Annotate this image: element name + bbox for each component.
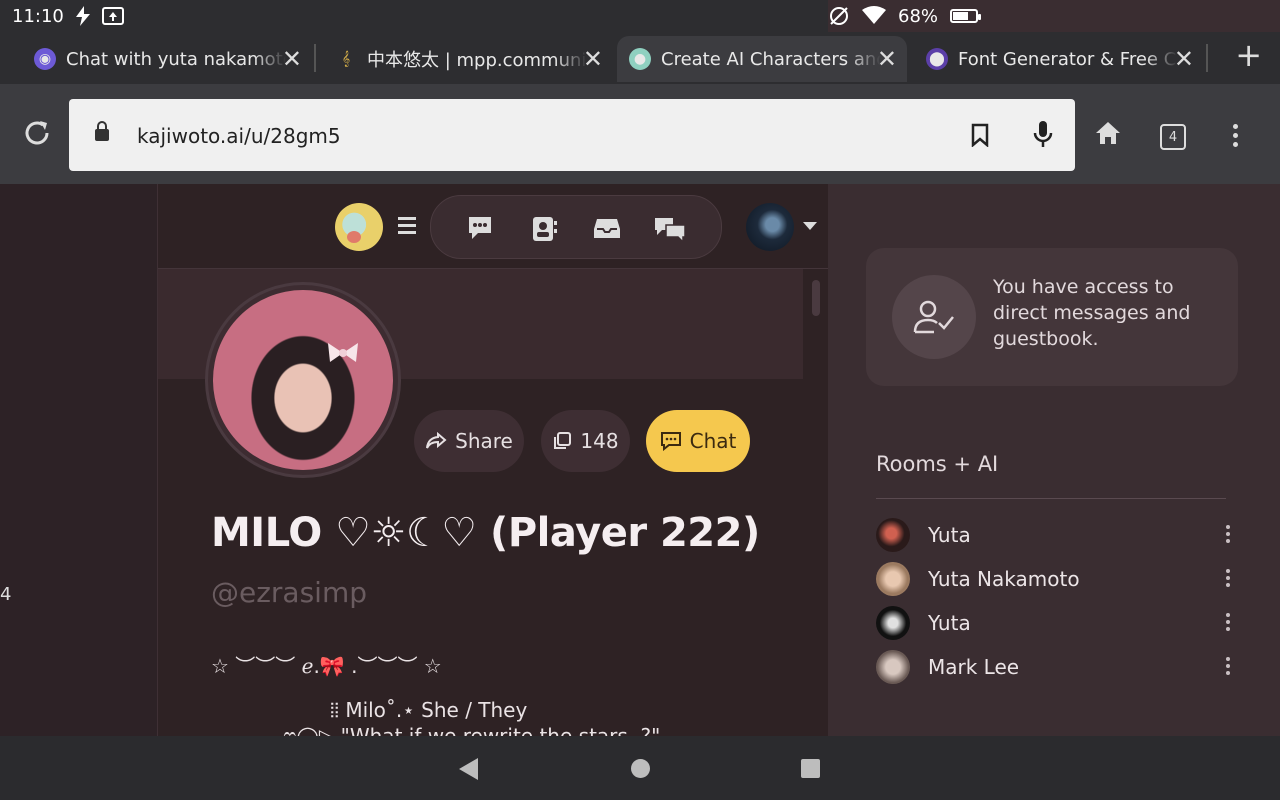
user-avatar[interactable]	[746, 203, 794, 251]
chat-bubble-icon[interactable]	[466, 215, 494, 241]
more-menu-icon[interactable]	[1233, 124, 1238, 147]
room-item[interactable]: Yuta	[876, 605, 1230, 641]
system-nav-bar	[0, 736, 1280, 800]
room-name: Yuta	[928, 523, 971, 547]
hamburger-menu-icon[interactable]	[398, 217, 416, 234]
left-edge-text: 4	[0, 584, 12, 605]
home-circle-icon[interactable]	[631, 759, 650, 778]
close-tab-icon[interactable]: ✕	[583, 45, 603, 73]
share-button[interactable]: Share	[414, 410, 524, 472]
access-notice: You have access to direct messages and g…	[866, 248, 1238, 386]
home-icon[interactable]	[1094, 120, 1122, 146]
close-tab-icon[interactable]: ✕	[1174, 45, 1194, 73]
bio-line: ☆ ︶︶︶ ℯ.🎀 .︶︶︶ ☆	[211, 654, 442, 678]
room-name: Yuta	[928, 611, 971, 635]
kajiwoto-logo[interactable]	[335, 203, 383, 251]
profile-main: Share 148 Chat MILO ♡☼☾♡ (Player 222) @e…	[158, 184, 828, 736]
profile-avatar[interactable]	[205, 282, 401, 478]
recents-icon[interactable]	[801, 759, 820, 778]
planet-icon: ⬤	[926, 48, 948, 70]
chat-button[interactable]: Chat	[646, 410, 750, 472]
browser-tab-4[interactable]: ⬤ Font Generator & Free Custo ✕	[914, 36, 1204, 82]
divider	[876, 498, 1226, 499]
room-avatar	[876, 518, 910, 552]
share-label: Share	[455, 429, 513, 453]
contact-card-icon[interactable]	[531, 215, 557, 243]
chevron-down-icon[interactable]	[803, 222, 817, 230]
more-options-icon[interactable]	[1226, 657, 1230, 675]
browser-tab-3-active[interactable]: ● Create AI Characters and Ch ✕	[617, 36, 907, 82]
room-avatar	[876, 650, 910, 684]
url-input[interactable]	[135, 121, 919, 151]
copies-count: 148	[580, 429, 619, 453]
user-check-icon	[892, 275, 976, 359]
close-tab-icon[interactable]: ✕	[877, 45, 897, 73]
access-notice-text: You have access to direct messages and g…	[993, 276, 1191, 350]
bookmark-icon[interactable]	[971, 123, 989, 147]
copies-count-button[interactable]: 148	[541, 410, 630, 472]
web-page: 4 Share 148 Chat MILO ♡☼☾♡ (Player 222) …	[0, 184, 1280, 736]
profile-name: MILO ♡☼☾♡ (Player 222)	[211, 510, 760, 556]
room-item[interactable]: Yuta	[876, 517, 1230, 553]
browser-tab-2[interactable]: 𝄞 中本悠太 | mpp.community ✕	[323, 36, 613, 82]
rooms-title: Rooms + AI	[876, 452, 999, 476]
wifi-icon	[862, 6, 886, 24]
chat-label: Chat	[689, 429, 737, 453]
room-item[interactable]: Mark Lee	[876, 649, 1230, 685]
browser-toolbar: 4	[0, 84, 1280, 184]
bio-line: ⦙⦙ Milo˚.⋆ She / They	[330, 698, 528, 722]
room-item[interactable]: Yuta Nakamoto	[876, 561, 1230, 597]
close-tab-icon[interactable]: ✕	[282, 45, 302, 73]
left-column: 4	[0, 184, 158, 736]
new-tab-icon[interactable]: +	[1235, 36, 1262, 74]
address-bar[interactable]	[69, 99, 1075, 171]
chat-face-icon: ◉	[34, 48, 56, 70]
status-bar: 11:10 68%	[0, 0, 1280, 32]
messages-icon[interactable]	[653, 215, 687, 243]
tab-count-button[interactable]: 4	[1160, 124, 1186, 150]
bio-line: ෆ◯▷ "What if we rewrite the stars..?"	[283, 724, 661, 736]
room-name: Mark Lee	[928, 655, 1020, 679]
site-nav	[158, 184, 828, 269]
copy-icon	[554, 432, 572, 449]
cast-icon	[101, 7, 124, 25]
browser-tab-1[interactable]: ◉ Chat with yuta nakamoto on ✕	[22, 36, 312, 82]
dino-icon: ●	[629, 48, 651, 70]
music-note-icon: 𝄞	[341, 51, 351, 67]
battery-icon	[950, 9, 982, 23]
nav-pill	[430, 195, 722, 259]
room-avatar	[876, 606, 910, 640]
chat-icon	[660, 432, 681, 451]
inbox-icon[interactable]	[593, 215, 621, 241]
more-options-icon[interactable]	[1226, 569, 1230, 587]
no-sync-icon	[830, 7, 848, 25]
profile-handle: @ezrasimp	[211, 576, 368, 609]
right-sidebar: You have access to direct messages and g…	[828, 184, 1280, 736]
back-icon[interactable]	[459, 758, 478, 780]
microphone-icon[interactable]	[1033, 119, 1053, 149]
tab-divider	[314, 44, 316, 72]
tab-strip: ◉ Chat with yuta nakamoto on ✕ 𝄞 中本悠太 | …	[0, 32, 1280, 84]
more-options-icon[interactable]	[1226, 525, 1230, 543]
tab-divider	[1206, 44, 1208, 72]
room-avatar	[876, 562, 910, 596]
more-options-icon[interactable]	[1226, 613, 1230, 631]
flash-icon	[75, 6, 90, 26]
lock-icon	[95, 121, 109, 141]
reload-icon[interactable]	[22, 118, 52, 148]
bow-decoration	[328, 343, 358, 362]
room-name: Yuta Nakamoto	[928, 567, 1080, 591]
status-time: 11:10	[12, 5, 64, 27]
share-arrow-icon	[426, 432, 447, 449]
battery-percent: 68%	[898, 5, 939, 27]
scrollbar-thumb[interactable]	[812, 280, 820, 316]
